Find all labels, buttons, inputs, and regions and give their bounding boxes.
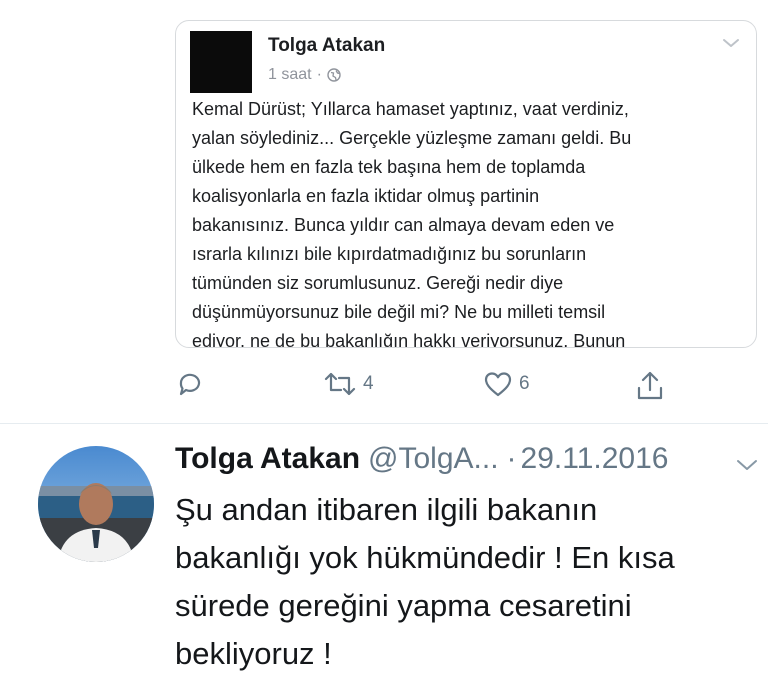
share-button[interactable]: [635, 370, 665, 402]
embedded-post-card[interactable]: Tolga Atakan 1 saat · Kemal Dürüst; Yıll…: [175, 20, 757, 348]
globe-icon: [327, 68, 341, 82]
avatar-photo: [38, 446, 154, 562]
retweet-icon: [324, 372, 356, 396]
post-time[interactable]: 1 saat: [268, 66, 312, 84]
tweet-author-name[interactable]: Tolga Atakan: [175, 442, 360, 476]
chevron-down-icon[interactable]: [736, 458, 758, 472]
meta-separator: ·: [316, 66, 322, 83]
share-icon: [637, 371, 663, 400]
tweet-text: Şu andan itibaren ilgili bakanın bakanlı…: [175, 492, 675, 671]
heart-icon: [484, 372, 512, 397]
like-count: 6: [519, 373, 530, 394]
reply-icon: [179, 373, 201, 396]
tweet-author-handle[interactable]: @TolgA...: [368, 442, 499, 476]
reply-button[interactable]: [176, 370, 204, 398]
retweet-button[interactable]: 4: [323, 370, 374, 398]
tweet-action-bar: 4 6: [0, 370, 768, 410]
post-body-text: Kemal Dürüst; Yıllarca hamaset yaptınız,…: [192, 99, 632, 348]
tweet-date[interactable]: 29.11.2016: [521, 442, 669, 476]
tweet-divider: [0, 423, 768, 424]
avatar[interactable]: [38, 446, 154, 562]
retweet-count: 4: [363, 373, 374, 394]
tweet-header: Tolga Atakan @TolgA... · 29.11.2016: [175, 442, 668, 476]
post-author-name[interactable]: Tolga Atakan: [268, 35, 385, 57]
like-button[interactable]: 6: [483, 370, 530, 398]
header-separator: ·: [506, 442, 517, 475]
post-author-avatar[interactable]: [190, 31, 252, 93]
post-meta: 1 saat ·: [268, 66, 341, 84]
chevron-down-icon[interactable]: [722, 37, 740, 49]
